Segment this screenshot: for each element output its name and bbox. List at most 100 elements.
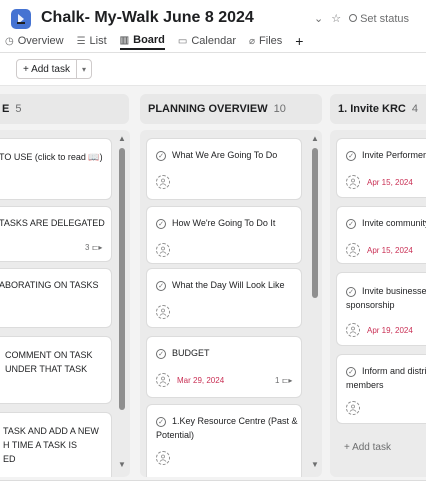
task-title-line-2: UNDER THAT TASK [5,364,88,374]
task-card[interactable]: ✓ What We Are Going To Do [146,138,302,200]
column-count: 5 [15,103,22,115]
assignee-avatar-icon[interactable] [346,175,360,189]
due-date[interactable]: Apr 15, 2024 [367,178,413,187]
star-icon[interactable]: ☆ [331,12,341,25]
check-circle-icon[interactable]: ✓ [156,281,166,291]
column-add-task-link[interactable]: + Add task [344,442,391,453]
task-title-line-1: TASK AND ADD A NEW [3,426,99,436]
add-task-button[interactable]: + Add task ▾ [16,59,92,79]
task-card[interactable]: TASKS ARE DELEGATED 3 ⊏▸ [0,206,112,262]
chevron-down-icon[interactable]: ⌄ [314,12,323,25]
scroll-down-icon[interactable]: ▼ [118,460,126,469]
assignee-avatar-icon[interactable] [346,401,360,415]
add-task-label[interactable]: + Add task [17,60,77,78]
subtask-icon: ⊏▸ [91,243,103,252]
tab-board-label: Board [133,34,165,46]
due-date[interactable]: Apr 19, 2024 [367,326,413,335]
scroll-up-icon[interactable]: ▲ [311,134,319,143]
task-title: ABORATING ON TASKS [0,280,99,290]
task-title: What We Are Going To Do [172,150,278,160]
assignee-avatar-icon[interactable] [156,451,170,465]
assignee-avatar-icon[interactable] [156,243,170,257]
app-window: Chalk- My-Walk June 8 2024 ⌄ ☆ Set statu… [0,0,426,487]
column-header[interactable]: PLANNING OVERVIEW 10 [140,94,322,124]
assignee-avatar-icon[interactable] [156,373,170,387]
task-title-line-2: Potential) [156,430,195,440]
column-name: 1. Invite KRC [338,103,406,115]
tab-files-label: Files [259,35,283,47]
project-title[interactable]: Chalk- My-Walk June 8 2024 [41,9,254,27]
due-date[interactable]: Mar 29, 2024 [177,376,224,385]
tab-list[interactable]: ☰ List [77,32,107,50]
task-card[interactable]: ABORATING ON TASKS [0,268,112,328]
column-header[interactable]: 1. Invite KRC 4 [330,94,426,124]
task-card[interactable]: COMMENT ON TASK UNDER THAT TASK [0,336,112,404]
task-card[interactable]: ✓ Inform and distrib members [336,354,426,424]
column-name: PLANNING OVERVIEW [148,103,268,115]
task-card[interactable]: ✓ 1.Key Resource Centre (Past & Potentia… [146,404,302,477]
board-icon: ▥ [119,34,130,46]
column-body: ✓ Invite Performers Apr 15, 2024 ✓ Invit… [330,130,426,477]
assignee-avatar-icon[interactable] [156,305,170,319]
task-card[interactable]: ✓ How We're Going To Do It [146,206,302,264]
assignee-avatar-icon[interactable] [156,175,170,189]
list-icon: ☰ [76,35,86,47]
task-card[interactable]: ✓ Invite community Apr 15, 2024 [336,206,426,264]
assignee-avatar-icon[interactable] [346,323,360,337]
column-scrollbar[interactable] [119,148,125,410]
subtask-count[interactable]: 3 ⊏▸ [85,243,102,252]
due-date[interactable]: Apr 15, 2024 [367,246,413,255]
tab-board[interactable]: ▥ Board [119,32,165,50]
task-card[interactable]: TASK AND ADD A NEW H TIME A TASK IS ED [0,412,112,477]
tab-overview[interactable]: ◷ Overview [5,32,64,50]
check-circle-icon[interactable]: ✓ [156,219,166,229]
task-title-line-2: sponsorship [346,300,395,310]
check-circle-icon[interactable]: ✓ [346,219,356,229]
assignee-avatar-icon[interactable] [346,243,360,257]
files-icon: ⌀ [249,35,256,47]
tab-files[interactable]: ⌀ Files [249,32,282,50]
task-card[interactable]: ✓ BUDGET Mar 29, 2024 1 ⊏▸ [146,336,302,398]
subtask-count-value: 1 [275,376,280,385]
task-card[interactable]: ✓ Invite businesses sponsorship Apr 19, … [336,272,426,346]
task-title-line-1: COMMENT ON TASK [5,350,93,360]
task-card[interactable]: TO USE (click to read 📖) [0,138,112,200]
task-title-line-2: members [346,380,384,390]
task-title: BUDGET [172,348,210,358]
scroll-down-icon[interactable]: ▼ [311,460,319,469]
tab-list-label: List [89,35,107,47]
tab-calendar-label: Calendar [191,35,236,47]
scroll-up-icon[interactable]: ▲ [118,134,126,143]
plus-icon: + [295,33,304,49]
task-title: TASKS ARE DELEGATED [0,218,105,228]
project-icon[interactable] [11,9,31,29]
tab-calendar[interactable]: ▭ Calendar [178,32,236,50]
task-title-line-2: H TIME A TASK IS [3,440,78,450]
task-title: Invite Performers [362,150,426,160]
window-bottom-edge [0,480,426,487]
check-circle-icon[interactable]: ✓ [156,417,166,427]
subtask-count-value: 3 [85,243,90,252]
task-title-line-1: Inform and distrib [362,366,426,376]
column-scrollbar[interactable] [312,148,318,298]
add-tab-button[interactable]: + [295,32,303,50]
task-card[interactable]: ✓ What the Day Will Look Like [146,268,302,328]
check-circle-icon[interactable]: ✓ [346,287,356,297]
task-card[interactable]: ✓ Invite Performers Apr 15, 2024 [336,138,426,198]
check-circle-icon[interactable]: ✓ [156,349,166,359]
subtask-count[interactable]: 1 ⊏▸ [275,376,292,385]
column-count: 10 [273,103,286,115]
chevron-down-icon[interactable]: ▾ [77,65,91,74]
set-status-button[interactable]: Set status [349,13,409,25]
check-circle-icon[interactable]: ✓ [156,151,166,161]
column-name: E [2,103,10,115]
overview-icon: ◷ [5,35,14,47]
board-toolbar: + Add task ▾ [0,53,426,86]
check-circle-icon[interactable]: ✓ [346,367,356,377]
column-count: 4 [411,103,418,115]
column-header[interactable]: E 5 [0,94,129,124]
task-title-line-1: Invite businesses [362,286,426,296]
subtask-icon: ⊏▸ [281,376,293,385]
check-circle-icon[interactable]: ✓ [346,151,356,161]
title-extras: ⌄ ☆ Set status [314,12,409,26]
